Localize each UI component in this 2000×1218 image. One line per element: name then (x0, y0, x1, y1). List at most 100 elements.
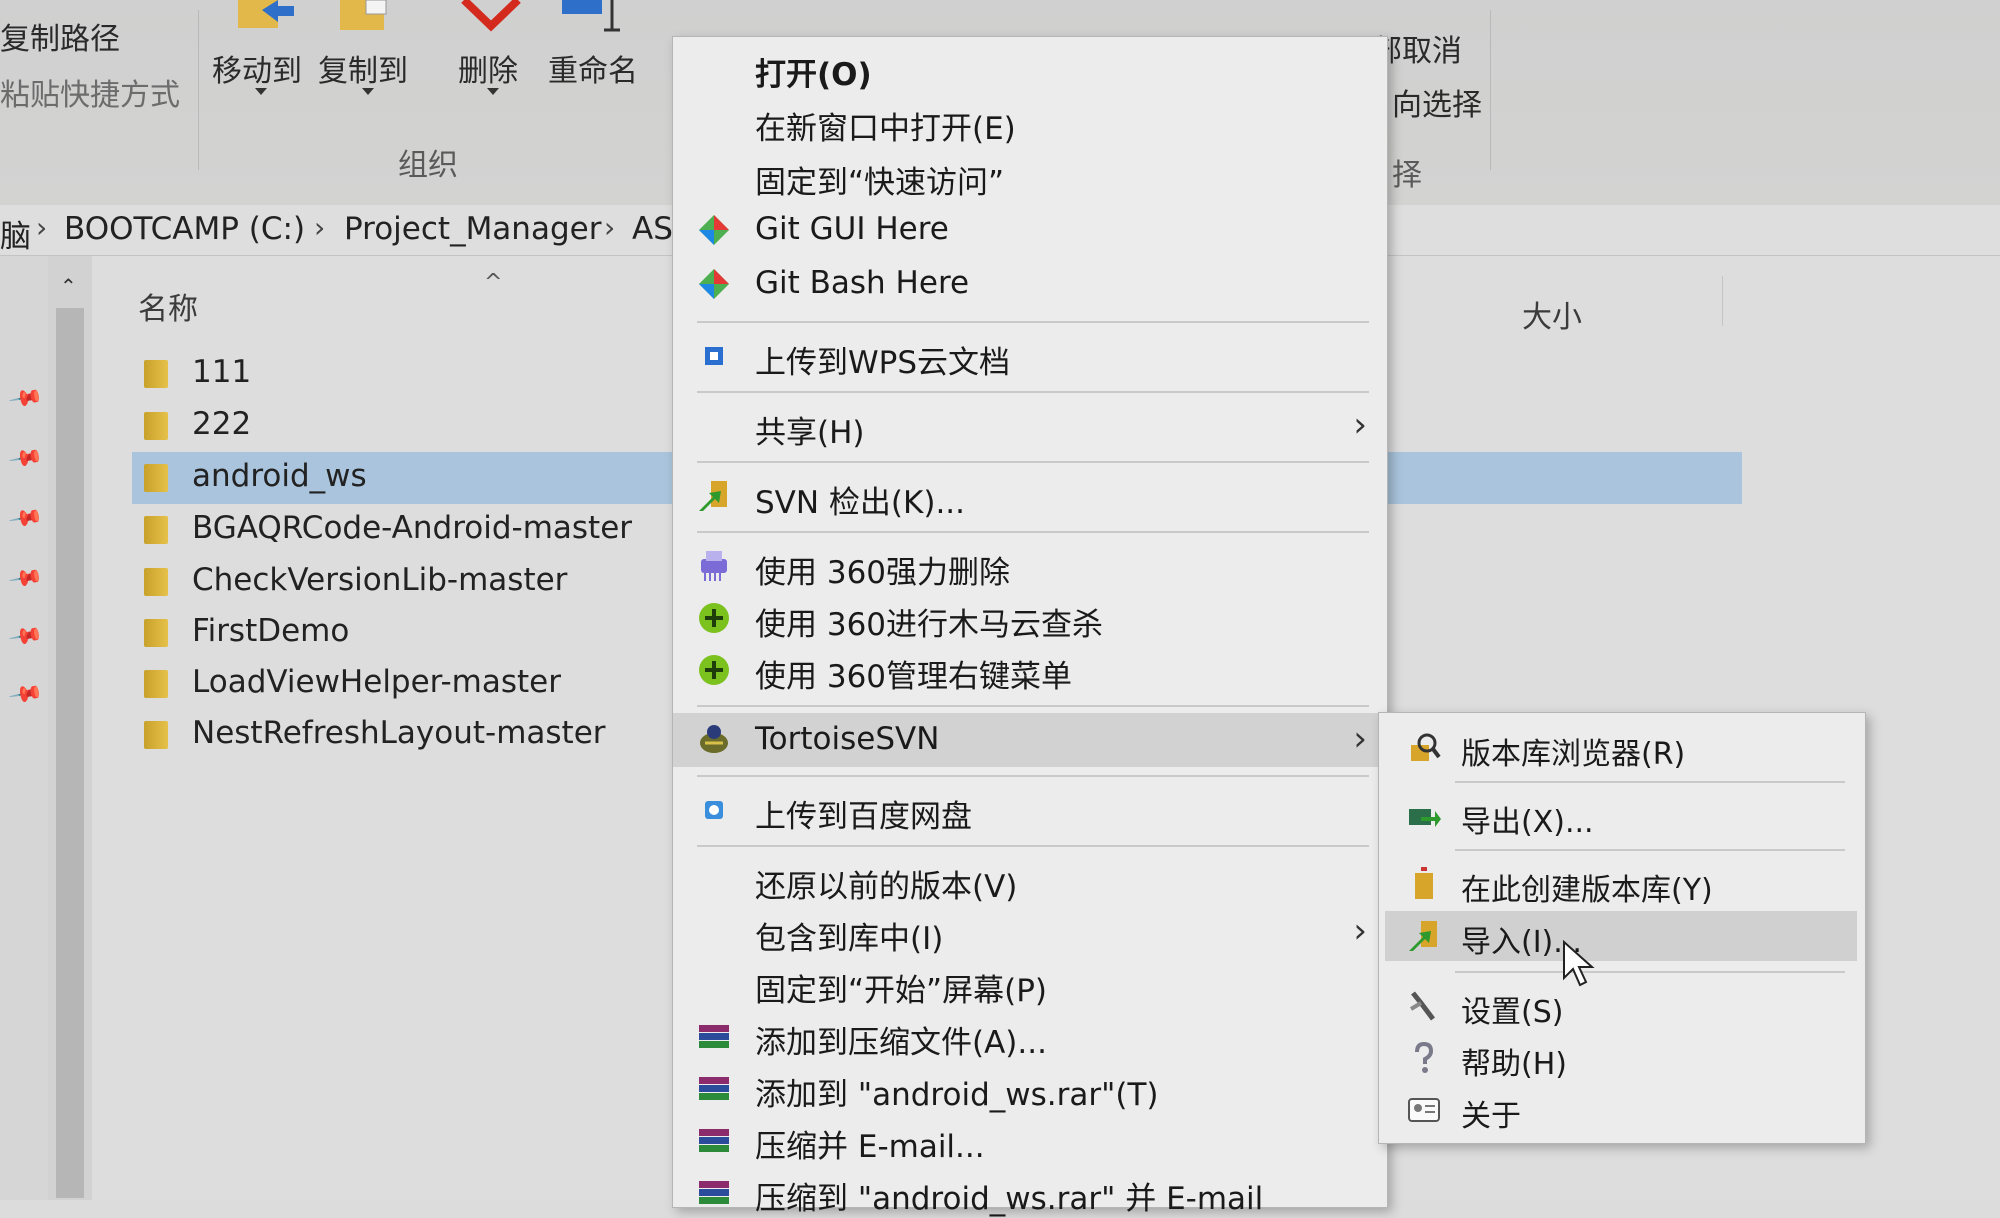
copy-to-caret[interactable] (362, 88, 374, 95)
menu-item-360-delete[interactable]: 使用 360强力删除 (673, 541, 1387, 591)
menu-separator (697, 391, 1369, 393)
submenu-item-export[interactable]: 导出(X)... (1385, 791, 1857, 841)
breadcrumb-project-manager[interactable]: Project_Manager (344, 211, 601, 247)
submenu-item-settings[interactable]: 设置(S) (1385, 981, 1857, 1031)
paste-shortcut-button[interactable]: 粘贴快捷方式 (0, 70, 180, 114)
scroll-up-arrow-icon[interactable]: ⌃ (60, 274, 77, 298)
git-diamond-icon (699, 215, 729, 245)
mouse-cursor-icon (1563, 940, 1595, 987)
delete-caret[interactable] (487, 88, 499, 95)
menu-item-360-manage[interactable]: 使用 360管理右键菜单 (673, 645, 1387, 695)
context-menu: 打开(O) 在新窗口中打开(E) 固定到“快速访问” Git GUI Here … (672, 36, 1388, 1217)
submenu-item-label: 版本库浏览器(R) (1461, 737, 1686, 772)
menu-item-restore-version[interactable]: 还原以前的版本(V) (673, 855, 1387, 905)
file-name: CheckVersionLib-master (192, 562, 568, 598)
menu-item-label: 共享(H) (755, 415, 865, 451)
move-to-button[interactable]: 移动到 (212, 46, 302, 90)
scrollbar-thumb[interactable] (56, 308, 84, 1198)
menu-item-label: 压缩并 E-mail... (755, 1129, 985, 1165)
breadcrumb-chevron-icon[interactable]: › (36, 211, 47, 244)
delete-button[interactable]: 删除 (458, 46, 518, 90)
column-header-name[interactable]: 名称 (138, 284, 198, 328)
invert-selection-button[interactable]: 向选择 (1392, 80, 1482, 124)
submenu-item-import[interactable]: 导入(I)... (1385, 911, 1857, 961)
menu-separator (697, 461, 1369, 463)
file-name: FirstDemo (192, 613, 350, 649)
delete-x-icon (461, 0, 521, 32)
menu-item-upload-baidu[interactable]: 上传到百度网盘 (673, 785, 1387, 835)
column-header-size[interactable]: 大小 (1522, 292, 1582, 336)
breadcrumb-drive[interactable]: BOOTCAMP (C:) (64, 211, 305, 247)
submenu-item-about[interactable]: 关于 (1385, 1085, 1857, 1135)
sort-ascending-icon: ^ (484, 270, 503, 295)
menu-item-label: 固定到“快速访问” (755, 165, 1005, 201)
menu-item-open[interactable]: 打开(O) (673, 43, 1387, 93)
pin-icon[interactable]: 📌 (7, 618, 44, 654)
file-name: NestRefreshLayout-master (192, 715, 606, 751)
copy-to-button[interactable]: 复制到 (318, 46, 408, 90)
submenu-item-label: 帮助(H) (1461, 1047, 1567, 1082)
pin-icon[interactable]: 📌 (7, 676, 44, 712)
folder-icon (144, 721, 168, 749)
submenu-item-label: 在此创建版本库(Y) (1461, 873, 1713, 908)
menu-item-svn-checkout[interactable]: SVN 检出(K)... (673, 471, 1387, 521)
menu-separator (697, 531, 1369, 533)
baidu-cloud-icon (705, 801, 723, 819)
submenu-item-label: 关于 (1461, 1099, 1521, 1134)
file-name: android_ws (192, 458, 367, 494)
submenu-arrow-icon: › (1353, 719, 1367, 759)
submenu-item-help[interactable]: 帮助(H) (1385, 1033, 1857, 1083)
menu-item-label: 使用 360强力删除 (755, 555, 1011, 591)
menu-item-git-bash[interactable]: Git Bash Here (673, 259, 1387, 309)
menu-item-label: TortoiseSVN (755, 721, 940, 757)
navigation-pane: 📌 📌 📌 📌 📌 📌 (0, 256, 50, 1200)
pin-icon[interactable]: 📌 (7, 380, 44, 416)
menu-item-add-archive[interactable]: 添加到压缩文件(A)... (673, 1011, 1387, 1061)
breadcrumb-chevron-icon[interactable]: › (604, 211, 615, 244)
magnifier-repo-icon (1411, 733, 1441, 761)
menu-item-add-rar[interactable]: 添加到 "android_ws.rar"(T) (673, 1063, 1387, 1113)
rename-button[interactable]: 重命名 (548, 46, 638, 90)
menu-item-git-gui[interactable]: Git GUI Here (673, 205, 1387, 255)
menu-item-include-library[interactable]: 包含到库中(I) › (673, 907, 1387, 957)
menu-item-compress-email[interactable]: 压缩并 E-mail... (673, 1115, 1387, 1165)
pin-icon[interactable]: 📌 (7, 500, 44, 536)
menu-item-label: 打开(O) (755, 57, 872, 93)
menu-item-open-new-window[interactable]: 在新窗口中打开(E) (673, 97, 1387, 147)
menu-item-label: 包含到库中(I) (755, 921, 944, 957)
menu-separator (1455, 781, 1845, 783)
file-name: 222 (192, 406, 252, 442)
breadcrumb-this-pc[interactable]: 脑 (0, 211, 31, 256)
menu-item-label: 压缩到 "android_ws.rar" 并 E-mail (755, 1181, 1264, 1217)
pin-icon[interactable]: 📌 (7, 440, 44, 476)
menu-item-pin-start[interactable]: 固定到“开始”屏幕(P) (673, 959, 1387, 1009)
menu-separator (697, 775, 1369, 777)
submenu-arrow-icon: › (1353, 405, 1367, 445)
column-divider[interactable] (1722, 276, 1723, 326)
submenu-item-create-repo[interactable]: 在此创建版本库(Y) (1385, 859, 1857, 909)
navigation-scrollbar[interactable]: ⌃ (48, 256, 92, 1200)
create-repo-icon (1415, 867, 1433, 899)
copy-path-button[interactable]: 复制路径 (0, 14, 120, 58)
menu-item-compress-rar-email[interactable]: 压缩到 "android_ws.rar" 并 E-mail (673, 1167, 1387, 1217)
menu-item-360-scan[interactable]: 使用 360进行木马云查杀 (673, 593, 1387, 643)
menu-item-upload-wps[interactable]: 上传到WPS云文档 (673, 331, 1387, 381)
menu-item-tortoisesvn[interactable]: TortoiseSVN › (673, 713, 1387, 767)
ribbon-divider (198, 10, 199, 170)
menu-item-pin-quick-access[interactable]: 固定到“快速访问” (673, 151, 1387, 201)
360-plus-icon (699, 655, 729, 685)
menu-item-label: 在新窗口中打开(E) (755, 111, 1016, 147)
import-icon (1409, 921, 1437, 951)
submenu-item-repo-browser[interactable]: 版本库浏览器(R) (1385, 723, 1857, 773)
breadcrumb-chevron-icon[interactable]: › (314, 211, 325, 244)
folder-icon (144, 464, 168, 492)
svn-checkout-icon (699, 481, 727, 511)
folder-icon (144, 670, 168, 698)
menu-item-share[interactable]: 共享(H) › (673, 401, 1387, 451)
breadcrumb-as[interactable]: AS (632, 211, 673, 247)
about-card-icon (1408, 1098, 1440, 1122)
menu-item-label: Git GUI Here (755, 211, 949, 247)
pin-icon[interactable]: 📌 (7, 560, 44, 596)
move-to-caret[interactable] (255, 88, 267, 95)
menu-item-label: 上传到WPS云文档 (755, 345, 1011, 381)
